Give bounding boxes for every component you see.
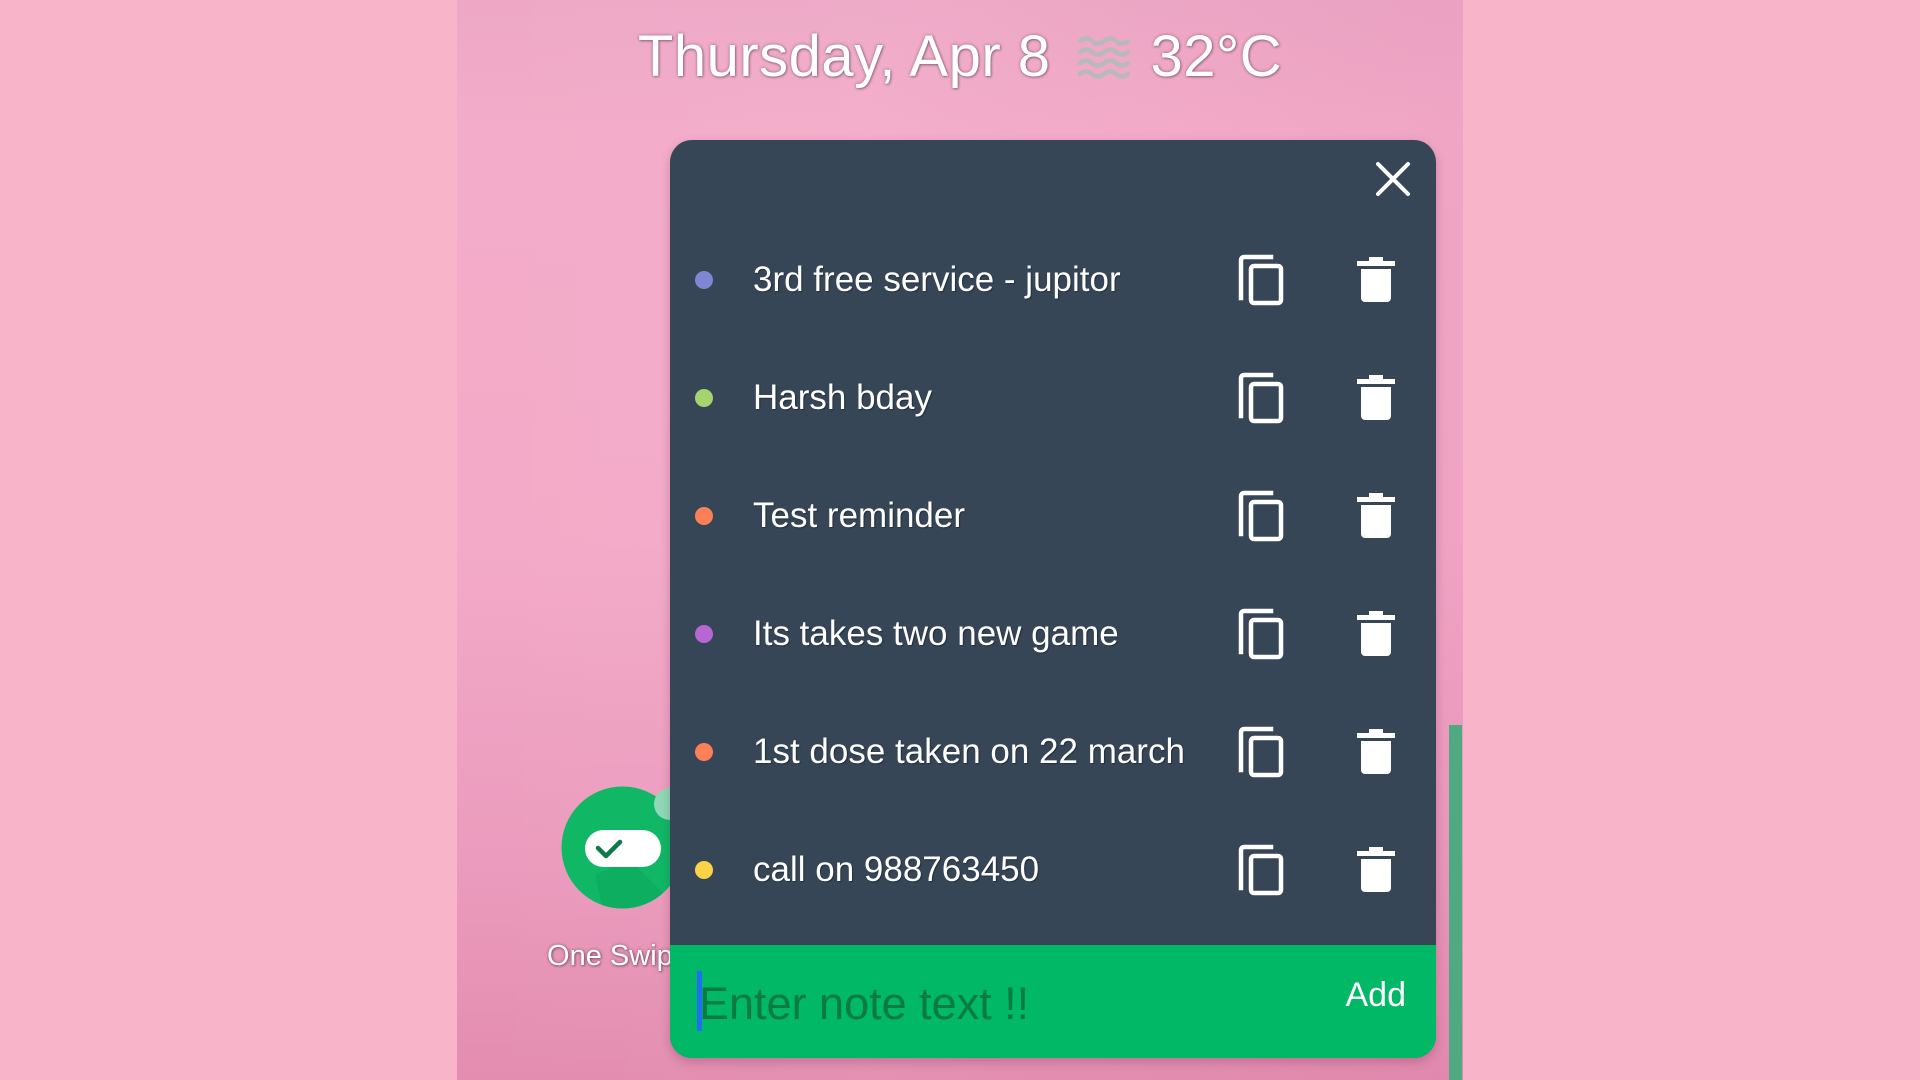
copy-icon: [1238, 490, 1284, 542]
copy-icon: [1238, 844, 1284, 896]
copy-button[interactable]: [1237, 490, 1285, 542]
note-item[interactable]: Its takes two new game: [670, 575, 1436, 693]
haze-icon: [1077, 36, 1130, 79]
copy-icon: [1238, 372, 1284, 424]
note-color-dot: [695, 389, 713, 407]
note-item[interactable]: 3rd free service - jupitor: [670, 221, 1436, 339]
delete-button[interactable]: [1356, 493, 1396, 539]
delete-button[interactable]: [1356, 847, 1396, 893]
copy-icon: [1238, 608, 1284, 660]
date-weather-widget[interactable]: Thursday, Apr 8 32°C: [457, 18, 1463, 94]
note-text: Its takes two new game: [753, 614, 1119, 653]
trash-icon: [1357, 729, 1395, 774]
note-text: 1st dose taken on 22 march: [753, 732, 1185, 771]
copy-button[interactable]: [1237, 726, 1285, 778]
trash-icon: [1357, 257, 1395, 302]
note-color-dot: [695, 625, 713, 643]
delete-button[interactable]: [1356, 611, 1396, 657]
app-shortcut-one-swipe[interactable]: One Swip...: [497, 780, 697, 980]
trash-icon: [1357, 375, 1395, 420]
delete-button[interactable]: [1356, 257, 1396, 303]
note-color-dot: [695, 861, 713, 879]
note-item[interactable]: 1st dose taken on 22 march: [670, 693, 1436, 811]
phone-home-screen: Thursday, Apr 8 32°C One Swip... 3rd fre…: [457, 0, 1463, 1080]
note-list: 3rd free service - jupitor Harsh bday Te…: [670, 221, 1436, 929]
note-item[interactable]: Test reminder: [670, 457, 1436, 575]
close-button[interactable]: [1370, 156, 1416, 202]
add-note-bar: Add: [670, 945, 1436, 1058]
delete-button[interactable]: [1356, 375, 1396, 421]
scrollbar[interactable]: [1449, 725, 1462, 1080]
text-cursor: [697, 971, 702, 1031]
copy-button[interactable]: [1237, 254, 1285, 306]
copy-button[interactable]: [1237, 608, 1285, 660]
note-text: call on 988763450: [753, 850, 1040, 889]
note-text: Test reminder: [753, 496, 966, 535]
delete-button[interactable]: [1356, 729, 1396, 775]
note-item[interactable]: call on 988763450: [670, 811, 1436, 929]
date-label: Thursday, Apr 8: [637, 23, 1051, 89]
trash-icon: [1357, 493, 1395, 538]
temperature-label: 32°C: [1150, 23, 1283, 89]
note-text: 3rd free service - jupitor: [753, 260, 1121, 299]
trash-icon: [1357, 847, 1395, 892]
note-color-dot: [695, 743, 713, 761]
close-icon: [1376, 162, 1410, 196]
copy-button[interactable]: [1237, 844, 1285, 896]
note-item[interactable]: Harsh bday: [670, 339, 1436, 457]
note-color-dot: [695, 271, 713, 289]
copy-button[interactable]: [1237, 372, 1285, 424]
add-button[interactable]: Add: [1310, 969, 1407, 1021]
note-text: Harsh bday: [753, 378, 932, 417]
note-color-dot: [695, 507, 713, 525]
copy-icon: [1238, 726, 1284, 778]
copy-icon: [1238, 254, 1284, 306]
note-text-input[interactable]: [697, 973, 1259, 1035]
notes-panel: 3rd free service - jupitor Harsh bday Te…: [670, 140, 1436, 1058]
trash-icon: [1357, 611, 1395, 656]
